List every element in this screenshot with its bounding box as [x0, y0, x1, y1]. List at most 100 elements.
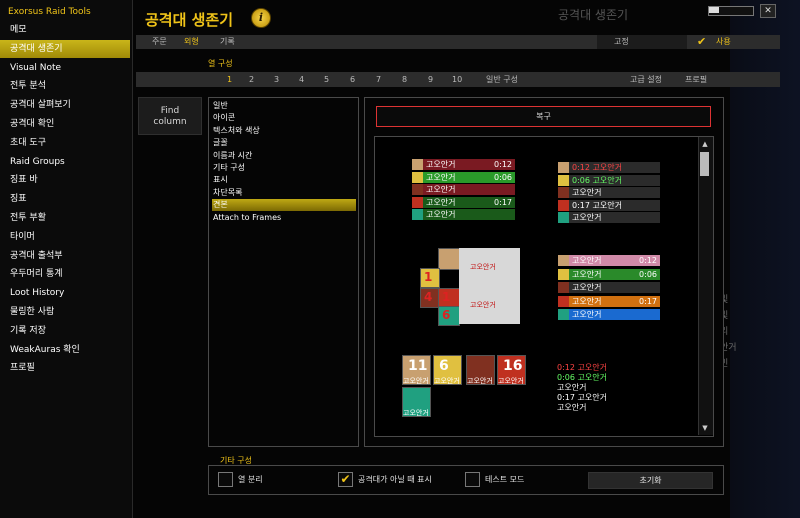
sidebar-item[interactable]: 전투 부활: [0, 209, 130, 227]
sidebar-item[interactable]: 전투 분석: [0, 77, 130, 95]
sidebar-item[interactable]: 우두머리 통계: [0, 265, 130, 283]
sidebar-item[interactable]: WeakAuras 확인: [0, 341, 130, 359]
sample-bar: 고오안거: [558, 282, 660, 293]
sidebar-item[interactable]: 초대 도구: [0, 134, 130, 152]
sample-bar-name: 고오안거: [572, 269, 602, 279]
sidebar-item[interactable]: 메모: [0, 21, 130, 39]
options-list-item[interactable]: Attach to Frames: [212, 212, 356, 224]
tile-label: 고오안거: [403, 377, 429, 385]
split-columns-checkbox[interactable]: [218, 472, 233, 487]
spell-icon: [558, 199, 569, 211]
scroll-thumb[interactable]: [700, 152, 709, 176]
lock-button[interactable]: [597, 35, 687, 49]
sample-bar: 0:12 고오안거: [558, 162, 660, 173]
sidebar-item[interactable]: 공격대 확인: [0, 115, 130, 133]
options-list-item[interactable]: 이름과 시간: [212, 150, 356, 162]
options-list-item[interactable]: 견본: [212, 199, 356, 212]
sidebar-item[interactable]: 타이머: [0, 228, 130, 246]
tile-count: 16: [503, 358, 523, 374]
lock-label: 고정: [614, 37, 629, 46]
sidebar-item[interactable]: 물링한 사람: [0, 303, 130, 321]
column-tab[interactable]: 1: [227, 72, 232, 87]
tile-count: 6: [442, 308, 451, 322]
tile-label: 고오안거: [467, 377, 493, 385]
column-tab[interactable]: 8: [402, 72, 407, 87]
reset-button[interactable]: 초기화: [588, 472, 713, 489]
checkmark-icon: ✔: [340, 472, 351, 486]
options-list: 일반 아이콘 텍스처와 색상 글꼴 이름과 시간 기타 구성 표시 차단목록 견본 Attach …: [208, 97, 359, 447]
columns-section-title: 열 구성: [208, 59, 233, 68]
tab-1[interactable]: 외형: [184, 35, 199, 49]
spell-icon: [558, 309, 569, 320]
sidebar-item[interactable]: 기록 저장: [0, 322, 130, 340]
background-title: 공격대 생존기: [558, 8, 629, 22]
sidebar-item[interactable]: 공격대 살펴보기: [0, 96, 130, 114]
sample-bar: 고오안거 0:12: [412, 159, 515, 170]
scroll-up-icon[interactable]: ▲: [700, 139, 710, 149]
show-not-raid-checkbox[interactable]: ✔: [338, 472, 353, 487]
sample-bar-name: 0:17 고오안거: [572, 200, 622, 210]
options-list-item[interactable]: 일반: [212, 100, 356, 112]
options-list-item[interactable]: 아이콘: [212, 112, 356, 124]
options-list-item[interactable]: 차단목록: [212, 187, 356, 199]
use-checkbox-checkmark-icon[interactable]: ✔: [697, 35, 706, 49]
spell-icon: [558, 295, 569, 307]
column-tab-bar: 1 2 3 4 5 6 7 8 9 10 일반 구성 고급 설정 프로필: [136, 72, 780, 87]
column-tab[interactable]: 5: [324, 72, 329, 87]
spell-tile: 6: [438, 306, 460, 326]
column-tab[interactable]: 프로필: [685, 72, 707, 87]
tile-count: 4: [424, 290, 433, 304]
column-tab[interactable]: 3: [274, 72, 279, 87]
sample-bar-time: 0:06: [639, 269, 657, 279]
tab-0[interactable]: 주문: [152, 35, 167, 49]
use-label: 사용: [716, 37, 731, 46]
column-tab[interactable]: 고급 설정: [630, 72, 662, 87]
spell-icon: [558, 255, 569, 266]
sample-bar-time: 0:12: [639, 256, 657, 265]
spell-icon: [558, 187, 569, 198]
test-mode-checkbox[interactable]: [465, 472, 480, 487]
sample-bar: 고오안거 0:06: [558, 268, 660, 280]
column-tab[interactable]: 6: [350, 72, 355, 87]
sample-bar-name: 고오안거: [426, 160, 456, 169]
sidebar-item[interactable]: 공격대 출석부: [0, 247, 130, 265]
sidebar-item[interactable]: 징표: [0, 190, 130, 208]
sidebar-item[interactable]: 프로필: [0, 359, 130, 377]
options-list-item[interactable]: 기타 구성: [212, 162, 356, 174]
sample-bar-name: 고오안거: [572, 310, 602, 319]
tab-2[interactable]: 기록: [220, 35, 235, 49]
column-tab[interactable]: 2: [249, 72, 254, 87]
sample-label: 고오안거: [470, 301, 496, 309]
column-tab[interactable]: 7: [376, 72, 381, 87]
preview-scrollbar[interactable]: [698, 137, 713, 435]
column-tab[interactable]: 9: [428, 72, 433, 87]
sidebar-item[interactable]: Visual Note: [0, 59, 130, 77]
sidebar-item[interactable]: 공격대 생존기: [0, 39, 130, 58]
sidebar-item[interactable]: Loot History: [0, 284, 130, 302]
sample-bar-name: 고오안거: [572, 213, 602, 222]
sample-bar: 고오안거 0:17: [412, 196, 515, 208]
spell-tile: 고오안거: [466, 355, 495, 385]
info-icon[interactable]: i: [251, 8, 271, 28]
spell-icon: [412, 159, 423, 170]
sample-bar: 고오안거 0:12: [558, 255, 660, 266]
tile-label: 고오안거: [434, 377, 460, 385]
find-column-button[interactable]: Find column: [138, 97, 202, 135]
sample-bar-name: 고오안거: [572, 283, 602, 292]
column-tab[interactable]: 4: [299, 72, 304, 87]
options-list-item[interactable]: 텍스처와 색상: [212, 125, 356, 137]
options-list-item[interactable]: 글꼴: [212, 137, 356, 149]
sample-bar-time: 0:12: [494, 160, 512, 169]
options-list-item[interactable]: 표시: [212, 174, 356, 186]
spell-icon: [558, 174, 569, 186]
column-tab[interactable]: 10: [452, 72, 462, 87]
close-button[interactable]: ✕: [760, 4, 776, 18]
sidebar-item[interactable]: 징표 바: [0, 171, 130, 189]
sample-bar: 고오안거: [558, 187, 660, 198]
sidebar-item[interactable]: Raid Groups: [0, 153, 130, 171]
sample-bar-name: 고오안거: [426, 185, 456, 194]
scroll-down-icon[interactable]: ▼: [700, 423, 710, 433]
copy-button[interactable]: 복구: [376, 106, 711, 127]
spell-tile: 1: [438, 288, 460, 308]
column-tab[interactable]: 일반 구성: [486, 72, 518, 87]
